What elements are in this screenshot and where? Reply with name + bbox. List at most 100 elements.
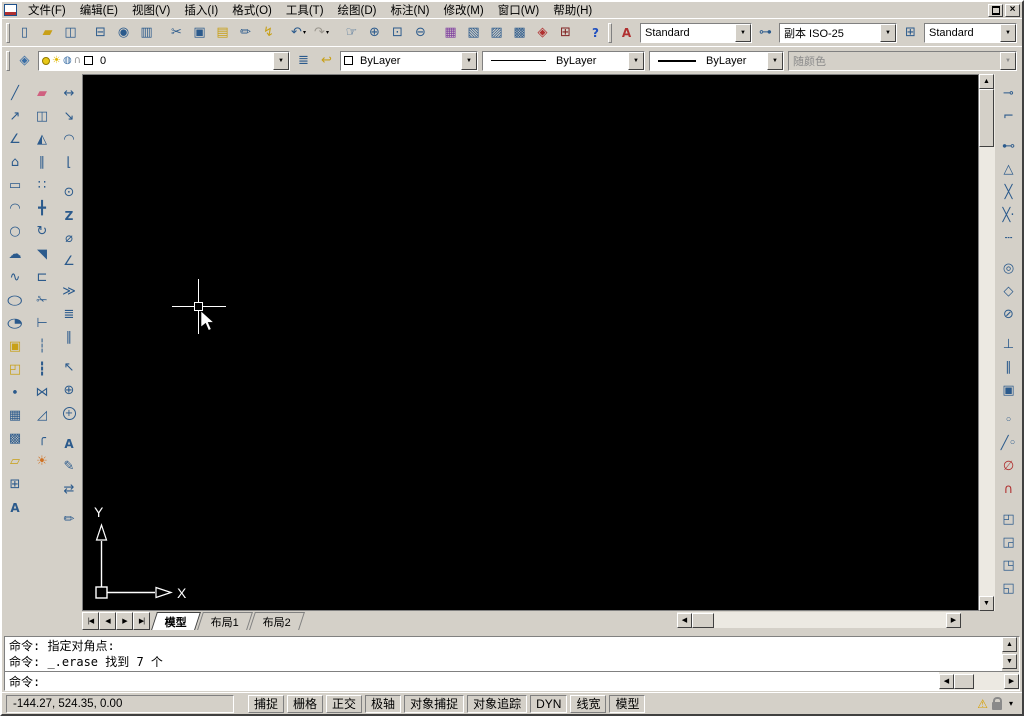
publish-button[interactable]: ▥: [135, 21, 158, 44]
block-editor-button[interactable]: ↯: [257, 21, 280, 44]
text-style-icon[interactable]: A: [615, 21, 638, 44]
bring-to-front-button[interactable]: ◰: [997, 508, 1020, 531]
undo-button[interactable]: ↶: [287, 21, 310, 44]
tab-model[interactable]: 模型: [151, 612, 201, 630]
toolbar-grip[interactable]: [6, 50, 10, 71]
layer-combo[interactable]: ☀ ◍ ∩ 0: [38, 50, 290, 71]
scroll-down-button[interactable]: ▼: [979, 596, 994, 611]
scroll-up-button[interactable]: ▲: [1002, 637, 1017, 652]
command-history[interactable]: 命令: 指定对角点: 命令: _.erase 找到 7 个: [5, 637, 1002, 671]
toggle-snap[interactable]: 捕捉: [248, 694, 285, 713]
snap-apparent-intersection-button[interactable]: ╳·: [997, 204, 1020, 227]
layer-properties-manager-button[interactable]: ◈: [13, 49, 36, 72]
tray-chevron-icon[interactable]: ▾: [1006, 697, 1016, 710]
menu-insert[interactable]: 插入(I): [177, 2, 225, 19]
arc-length-dimension-button[interactable]: ◠: [58, 128, 81, 151]
vertical-scroll-thumb[interactable]: [979, 89, 994, 147]
text-style-combo[interactable]: Standard: [640, 22, 752, 43]
scroll-left-button[interactable]: ◀: [677, 612, 692, 628]
zoom-realtime-button[interactable]: ⊕: [363, 21, 386, 44]
chevron-down-icon[interactable]: [273, 51, 289, 70]
stretch-button[interactable]: ⊏: [31, 266, 54, 289]
snap-perpendicular-button[interactable]: ⊥: [997, 333, 1020, 356]
save-button[interactable]: ◫: [59, 21, 82, 44]
command-vertical-scrollbar[interactable]: ▲ ▼: [1002, 637, 1019, 671]
extend-button[interactable]: ⊢: [31, 312, 54, 335]
gradient-button[interactable]: ▩: [4, 427, 27, 450]
line-button[interactable]: ╱: [4, 82, 27, 105]
dimension-text-edit-button[interactable]: ✎: [58, 455, 81, 478]
mirror-button[interactable]: ◭: [31, 128, 54, 151]
tab-layout2[interactable]: 布局2: [249, 612, 306, 630]
zoom-previous-button[interactable]: ⊖: [409, 21, 432, 44]
chevron-down-icon[interactable]: [735, 23, 751, 42]
chevron-down-icon[interactable]: [628, 51, 644, 70]
plot-button[interactable]: ⊟: [89, 21, 112, 44]
command-input[interactable]: 命令:: [5, 672, 939, 690]
snap-intersection-button[interactable]: ╳: [997, 181, 1020, 204]
menu-modify[interactable]: 修改(M): [436, 2, 490, 19]
jogged-dimension-button[interactable]: Z: [58, 204, 81, 227]
new-file-button[interactable]: ▯: [13, 21, 36, 44]
make-object-layer-current-button[interactable]: ≣: [292, 49, 315, 72]
make-block-button[interactable]: ◰: [4, 358, 27, 381]
pan-button[interactable]: ☞: [340, 21, 363, 44]
snap-quadrant-button[interactable]: ◇: [997, 280, 1020, 303]
previous-tab-button[interactable]: ◀: [99, 612, 116, 630]
construction-line-button[interactable]: ↗: [4, 105, 27, 128]
chevron-down-icon[interactable]: [1000, 23, 1016, 42]
rectangle-button[interactable]: ▭: [4, 174, 27, 197]
point-button[interactable]: ∙: [4, 381, 27, 404]
scroll-right-button[interactable]: ▶: [1004, 673, 1019, 689]
erase-button[interactable]: ▰: [31, 82, 54, 105]
ordinate-dimension-button[interactable]: ⌊: [58, 151, 81, 174]
menu-view[interactable]: 视图(V): [125, 2, 177, 19]
menu-edit[interactable]: 编辑(E): [73, 2, 125, 19]
menu-format[interactable]: 格式(O): [225, 2, 279, 19]
bring-above-objects-button[interactable]: ◳: [997, 554, 1020, 577]
close-window-button[interactable]: ×: [1005, 3, 1020, 17]
trim-button[interactable]: ✁: [31, 289, 54, 312]
restore-window-button[interactable]: [988, 3, 1003, 17]
menu-dimension[interactable]: 标注(N): [384, 2, 437, 19]
cut-button[interactable]: ✂: [165, 21, 188, 44]
explode-button[interactable]: ☀: [31, 450, 54, 473]
break-button[interactable]: ┇: [31, 358, 54, 381]
zoom-window-button[interactable]: ⊡: [386, 21, 409, 44]
quick-dimension-button[interactable]: ≫: [58, 280, 81, 303]
radius-dimension-button[interactable]: ⊙: [58, 181, 81, 204]
copy-object-button[interactable]: ◫: [31, 105, 54, 128]
toggle-lineweight[interactable]: 线宽: [570, 694, 607, 713]
toggle-otrack[interactable]: 对象追踪: [467, 694, 528, 713]
sun-icon[interactable]: ☀: [52, 55, 61, 66]
tab-layout1[interactable]: 布局1: [197, 612, 254, 630]
redo-button[interactable]: ↷: [310, 21, 333, 44]
chevron-down-icon[interactable]: [767, 51, 783, 70]
plot-preview-button[interactable]: ◉: [112, 21, 135, 44]
dim-style-icon[interactable]: ⊶: [754, 21, 777, 44]
continue-dimension-button[interactable]: ∥: [58, 326, 81, 349]
table-button[interactable]: ⊞: [4, 473, 27, 496]
scroll-up-button[interactable]: ▲: [979, 74, 994, 89]
table-style-icon[interactable]: ⊞: [899, 21, 922, 44]
polygon-button[interactable]: ⌂: [4, 151, 27, 174]
horizontal-scroll-track[interactable]: [714, 613, 946, 628]
last-tab-button[interactable]: ▶|: [133, 612, 150, 630]
unlock-icon[interactable]: ∩: [74, 55, 81, 66]
quickcalc-button[interactable]: ⊞: [554, 21, 577, 44]
snap-none-button[interactable]: ∅: [997, 455, 1020, 478]
open-button[interactable]: ▰: [36, 21, 59, 44]
snap-tangent-button[interactable]: ⊘: [997, 303, 1020, 326]
array-button[interactable]: ∷: [31, 174, 54, 197]
snap-endpoint-button[interactable]: ⊷: [997, 135, 1020, 158]
region-button[interactable]: ▱: [4, 450, 27, 473]
toolbar-lock-icon[interactable]: [991, 696, 1003, 710]
toggle-dyn[interactable]: DYN: [530, 694, 568, 713]
quick-leader-button[interactable]: ↖: [58, 356, 81, 379]
baseline-dimension-button[interactable]: ≣: [58, 303, 81, 326]
layer-previous-button[interactable]: ↩: [315, 49, 338, 72]
vertical-scroll-track[interactable]: [979, 147, 995, 596]
menu-draw[interactable]: 绘图(D): [331, 2, 384, 19]
snap-node-button[interactable]: ◦: [997, 409, 1020, 432]
toggle-polar[interactable]: 极轴: [365, 694, 402, 713]
